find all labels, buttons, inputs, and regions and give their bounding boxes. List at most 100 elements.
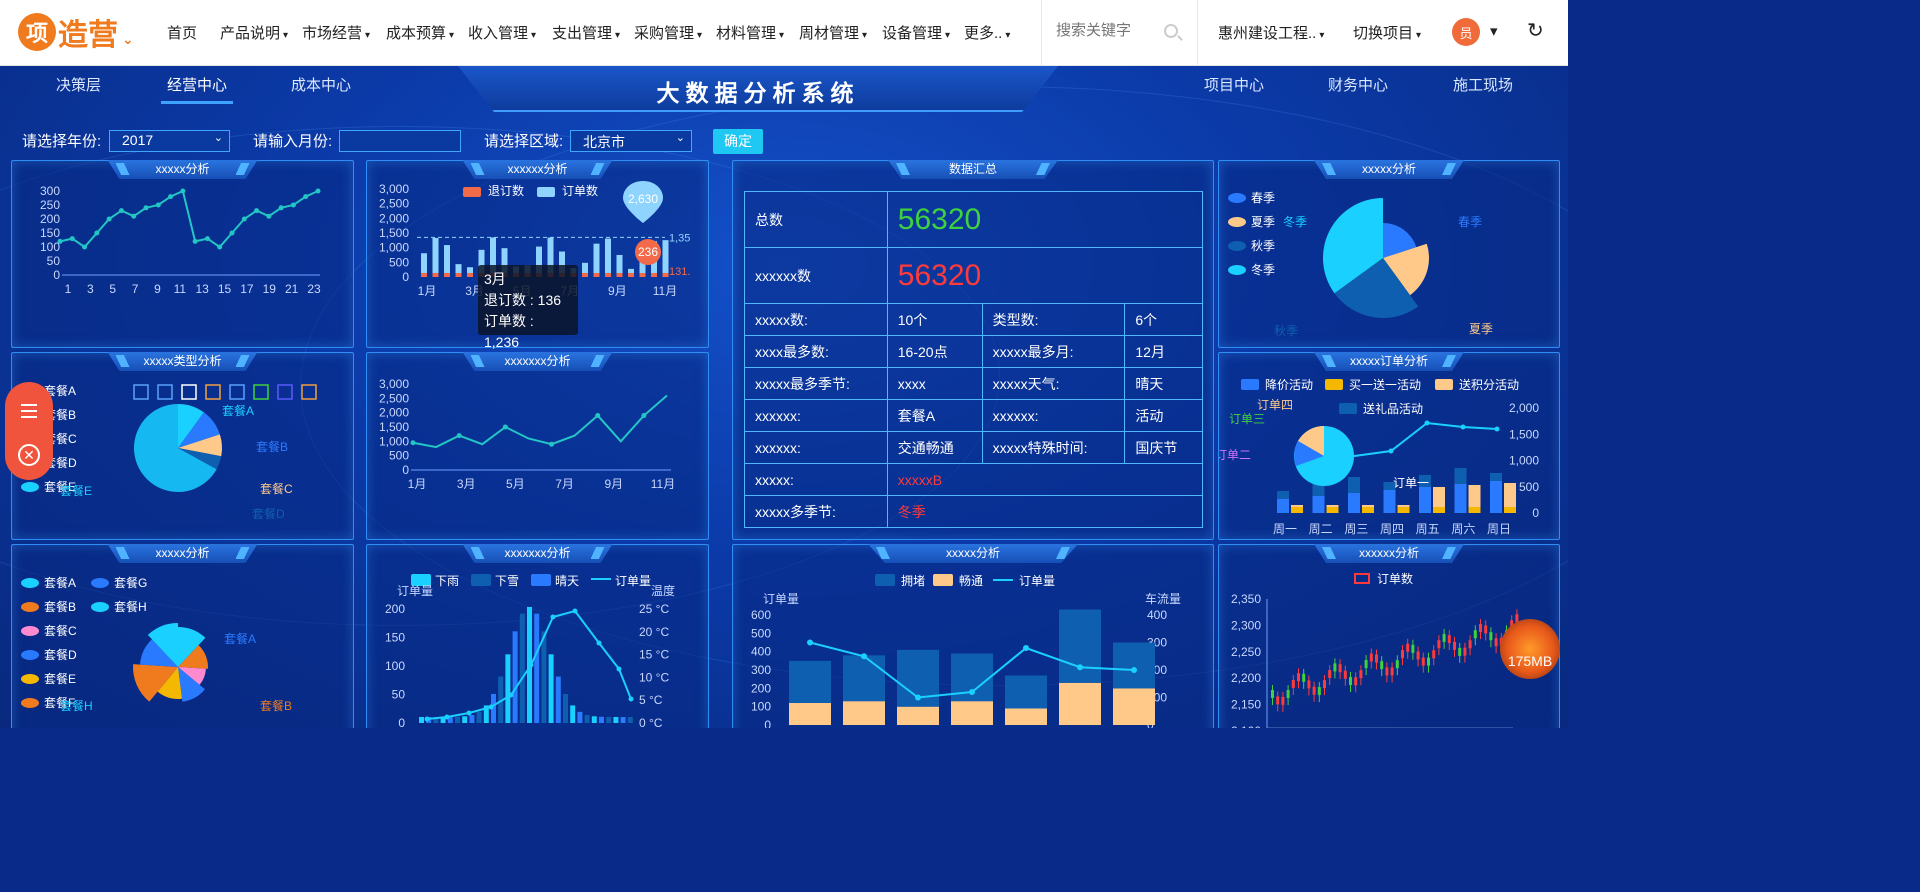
tab-finance[interactable]: 财务中心 <box>1328 74 1388 95</box>
slice-label: 套餐A <box>224 631 256 646</box>
legend-swatch <box>21 602 39 612</box>
data-point <box>1460 424 1466 430</box>
nav-item[interactable]: 成本预算 ▾ <box>386 22 454 43</box>
data-point <box>1388 448 1394 454</box>
candle <box>1390 667 1394 676</box>
data-point <box>1494 426 1500 432</box>
tick-label: 2,200 <box>1231 671 1261 685</box>
tooltip-refund: 退订数 : 136 <box>484 292 562 308</box>
nav-item[interactable]: 收入管理 ▾ <box>468 22 536 43</box>
legend-swatch <box>1228 193 1246 203</box>
season-pie-chart: 春季夏季秋季冬季春季夏季秋季冬季 <box>1228 191 1493 338</box>
legend-label: 下雨 <box>435 574 459 588</box>
tooltip-orders: 订单数 : 1,236 <box>484 313 534 350</box>
tick-label: 5月 <box>506 477 525 491</box>
tick-label: 3,000 <box>379 377 409 391</box>
bar <box>1454 484 1467 513</box>
data-point <box>595 413 601 419</box>
bar <box>563 693 568 723</box>
panel-order: xxxxx订单分析 降价活动 买一送一活动 送积分活动 送礼品活动 0 500 1,000 1… <box>1215 352 1560 540</box>
memory-badge[interactable]: 175MB <box>1500 619 1560 679</box>
bar <box>455 273 462 277</box>
nav-item[interactable]: 市场经营 ▾ <box>302 22 370 43</box>
tick-label: 11月 <box>651 477 675 491</box>
tick-label: 2,300 <box>1231 618 1261 632</box>
bar <box>651 273 657 277</box>
search-input[interactable] <box>1056 22 1166 39</box>
company-name: 惠州建设工程.. <box>1218 25 1317 42</box>
chevron-down-icon: ▾ <box>779 30 785 41</box>
bar <box>419 716 424 723</box>
nav-item[interactable]: 支出管理 ▾ <box>552 22 620 43</box>
data-point <box>915 694 921 701</box>
floating-menu[interactable]: ✕ <box>5 382 53 480</box>
legend-swatch <box>463 187 481 197</box>
summary-total: 56320 <box>886 191 1204 248</box>
region-select[interactable]: 北京市 ⌄ <box>570 130 692 152</box>
tab-project[interactable]: 项目中心 <box>1204 74 1264 95</box>
slice-label: 订单四 <box>1257 398 1293 412</box>
bar <box>1490 481 1502 513</box>
legend-label: 降价活动 <box>1265 378 1313 392</box>
search-box[interactable] <box>1041 0 1198 66</box>
confirm-button[interactable]: 确定 <box>713 129 763 154</box>
data-point <box>572 608 578 614</box>
nav-item[interactable]: 周材管理 ▾ <box>799 22 867 43</box>
panel-bar-2: xxxxxx分析 退订数 订单数 0 500 1,000 1,500 2,000 2,500 3… <box>366 160 709 350</box>
legend-swatch <box>91 602 109 612</box>
panel-title: xxxxxxx分析 <box>462 352 613 371</box>
bar <box>462 716 468 723</box>
nav-item[interactable]: 产品说明 ▾ <box>220 22 288 43</box>
nav-item[interactable]: 设备管理 ▾ <box>882 22 950 43</box>
candle <box>1333 663 1337 672</box>
chevron-down-icon: ▾ <box>697 30 703 41</box>
bar <box>432 237 439 277</box>
bar <box>444 273 450 277</box>
refresh-icon[interactable]: ↻ <box>1527 18 1544 43</box>
bar <box>1433 507 1445 513</box>
close-icon[interactable]: ✕ <box>18 444 40 466</box>
nav-item-label: 市场经营 <box>302 25 363 42</box>
tab-site[interactable]: 施工现场 <box>1453 74 1513 95</box>
avatar[interactable]: 员 <box>1452 18 1480 46</box>
tick-label: 20 °C <box>639 625 669 639</box>
legend-label: 套餐B <box>44 599 76 614</box>
tab-operations[interactable]: 经营中心 <box>160 74 234 104</box>
candle <box>1281 696 1285 705</box>
list-icon <box>205 384 221 400</box>
panel-type-pie: xxxxx类型分析 套餐A 套餐B 套餐C 套餐D 套餐E 套餐A 套餐B 套餐C 套餐D 套餐E <box>11 352 354 540</box>
nav-item[interactable]: 更多.. ▾ <box>964 22 1010 43</box>
bar <box>512 631 518 723</box>
legend-swatch <box>1435 379 1453 390</box>
company-selector[interactable]: 惠州建设工程.. ▾ <box>1218 22 1324 43</box>
nav-item[interactable]: 首页 <box>167 22 197 43</box>
tick-label: 400 <box>751 645 771 659</box>
logo[interactable]: 项 造营 ⌄ <box>18 12 134 52</box>
legend-label: 套餐C <box>44 623 77 638</box>
bar <box>951 701 993 725</box>
chevron-down-icon[interactable]: ▾ <box>1490 22 1498 40</box>
summary-cell: 冬季 <box>886 495 1204 528</box>
list-icon[interactable] <box>21 404 37 406</box>
search-icon[interactable] <box>1164 24 1178 38</box>
tick-label: 200 <box>385 602 405 616</box>
data-point <box>628 696 634 702</box>
tab-cost[interactable]: 成本中心 <box>291 74 351 95</box>
bar <box>605 238 611 277</box>
candle <box>1369 653 1373 662</box>
chevron-down-icon: ▾ <box>449 30 455 41</box>
nav-item[interactable]: 材料管理 ▾ <box>716 22 784 43</box>
year-select[interactable]: 2017 ⌄ <box>109 130 230 152</box>
tab-decision[interactable]: 决策层 <box>56 74 101 95</box>
month-input[interactable] <box>339 130 461 152</box>
legend-swatch <box>1339 403 1357 414</box>
tick-label: 1,500 <box>379 420 409 434</box>
tick-label: 500 <box>751 626 771 640</box>
marker-label: 131. <box>669 266 690 278</box>
nav-item[interactable]: 采购管理 ▾ <box>634 22 702 43</box>
bar <box>605 273 611 277</box>
region-value: 北京市 <box>583 134 625 150</box>
tick-label: 500 <box>389 449 409 463</box>
tick-label: 9月 <box>608 284 627 298</box>
switch-project[interactable]: 切换项目 ▾ <box>1353 22 1421 43</box>
